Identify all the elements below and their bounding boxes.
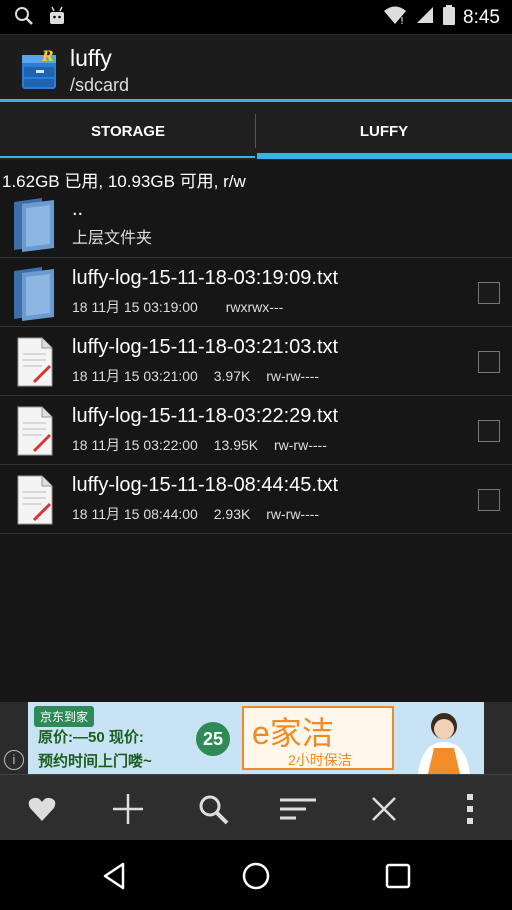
system-nav-bar: [0, 840, 512, 910]
ad-service-title: e家洁: [252, 715, 334, 751]
parent-folder-name: ..: [72, 198, 84, 220]
sort-filter-icon[interactable]: [278, 789, 318, 829]
ad-service-subtitle: 2小时保洁: [288, 752, 352, 768]
bottom-toolbar: [0, 774, 512, 840]
svg-text:!: !: [400, 16, 404, 25]
more-options-icon[interactable]: [450, 789, 490, 829]
search-icon[interactable]: [193, 789, 233, 829]
tab-luffy[interactable]: LUFFY: [256, 102, 512, 160]
tab-bar: STORAGE LUFFY: [0, 102, 512, 160]
file-select-checkbox[interactable]: [478, 351, 500, 373]
folder-icon: [12, 196, 56, 252]
app-bar: R luffy /sdcard: [0, 34, 512, 100]
battery-icon: [443, 5, 456, 30]
file-name: luffy-log-15-11-18-03:21:03.txt: [72, 336, 339, 358]
file-select-checkbox[interactable]: [478, 282, 500, 304]
text-file-icon: [12, 403, 56, 459]
parent-folder-desc: 上层文件夹: [72, 230, 153, 247]
file-row[interactable]: luffy-log-15-11-18-03:22:29.txt 18 11月 1…: [0, 397, 512, 465]
add-plus-icon[interactable]: [108, 789, 148, 829]
status-bar: ! 8:45: [0, 0, 512, 34]
tab-luffy-indicator: [257, 153, 512, 159]
search-icon: [14, 6, 34, 31]
ad-promo-text: 预约时间上门喽~: [38, 753, 152, 770]
tab-storage-indicator: [0, 156, 255, 158]
close-icon[interactable]: [364, 789, 404, 829]
file-meta: 18 11月 15 08:44:00 2.93K rw-rw----: [72, 504, 331, 524]
ad-price-text: 原价:—50 现价:: [38, 729, 144, 746]
file-date: 18 11月 15 03:22:00: [72, 437, 198, 453]
ad-person-image: [408, 708, 478, 774]
wifi-icon: !: [383, 5, 407, 30]
tab-storage[interactable]: STORAGE: [0, 102, 256, 160]
android-robot-icon: [48, 6, 66, 31]
folder-icon: [12, 265, 56, 321]
file-meta: 18 11月 15 03:19:00 rwxrwx---: [72, 297, 295, 317]
current-path: /sdcard: [70, 75, 130, 95]
file-select-checkbox[interactable]: [478, 489, 500, 511]
ad-creative[interactable]: 京东到家 原价:—50 现价: 预约时间上门喽~ 25 e家洁 2小时保洁: [28, 702, 484, 774]
file-size: 2.93K: [213, 506, 251, 522]
ad-info-icon[interactable]: i: [4, 750, 24, 770]
clock-time: 8:45: [463, 6, 500, 28]
file-size: 3.97K: [213, 368, 251, 384]
favorites-heart-icon[interactable]: [22, 789, 62, 829]
root-explorer-logo-icon[interactable]: R: [20, 47, 60, 91]
file-size: 13.95K: [213, 437, 259, 453]
signal-icon: [415, 5, 435, 30]
file-date: 18 11月 15 08:44:00: [72, 506, 198, 522]
ad-brand-label: 京东到家: [34, 706, 95, 727]
storage-info: 1.62GB 已用, 10.93GB 可用, r/w: [2, 172, 246, 191]
file-meta: 18 11月 15 03:22:00 13.95K rw-rw----: [72, 435, 339, 455]
ad-banner[interactable]: i 京东到家 原价:—50 现价: 预约时间上门喽~ 25 e家洁 2小时保洁: [0, 702, 512, 774]
file-row[interactable]: luffy-log-15-11-18-08:44:45.txt 18 11月 1…: [0, 466, 512, 534]
ad-price-badge: 25: [196, 722, 230, 756]
file-date: 18 11月 15 03:21:00: [72, 368, 198, 384]
file-name: luffy-log-15-11-18-08:44:45.txt: [72, 474, 339, 496]
tab-divider: [255, 114, 256, 148]
file-row[interactable]: luffy-log-15-11-18-03:19:09.txt 18 11月 1…: [0, 259, 512, 327]
file-row[interactable]: luffy-log-15-11-18-03:21:03.txt 18 11月 1…: [0, 328, 512, 396]
file-select-checkbox[interactable]: [478, 420, 500, 442]
recent-apps-icon[interactable]: [380, 858, 416, 894]
file-name: luffy-log-15-11-18-03:22:29.txt: [72, 405, 339, 427]
file-permissions: rwxrwx---: [225, 299, 284, 315]
file-name: luffy-log-15-11-18-03:19:09.txt: [72, 267, 339, 289]
file-permissions: rw-rw----: [266, 506, 320, 522]
file-meta: 18 11月 15 03:21:00 3.97K rw-rw----: [72, 366, 331, 386]
ad-service-box: e家洁 2小时保洁: [242, 706, 394, 770]
file-date: 18 11月 15 03:19:00: [72, 299, 198, 315]
svg-text:R: R: [41, 49, 54, 65]
home-icon[interactable]: [238, 858, 274, 894]
back-icon[interactable]: [96, 858, 132, 894]
text-file-icon: [12, 472, 56, 528]
text-file-icon: [12, 334, 56, 390]
app-title: luffy: [70, 45, 112, 71]
file-permissions: rw-rw----: [266, 368, 320, 384]
file-list: 1.62GB 已用, 10.93GB 可用, r/w .. 上层文件夹 luff…: [0, 160, 512, 702]
file-permissions: rw-rw----: [274, 437, 327, 453]
parent-folder-row[interactable]: .. 上层文件夹: [0, 190, 512, 258]
